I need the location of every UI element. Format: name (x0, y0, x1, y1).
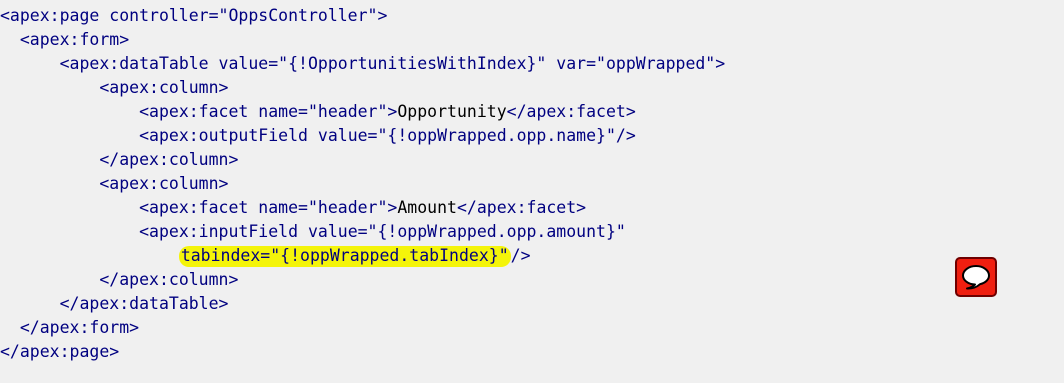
code-line: <apex:inputField value="{!oppWrapped.opp… (0, 220, 725, 244)
code-line: </apex:page> (0, 340, 725, 364)
code-tag: </apex:facet> (456, 198, 587, 217)
code-tag: <apex:form> (19, 30, 130, 49)
speech-bubble-icon (962, 265, 990, 290)
code-tag: <apex:facet name="header"> (139, 102, 398, 121)
code-line: </apex:form> (0, 316, 725, 340)
highlighted-code: tabindex="{!oppWrapped.tabIndex}" (178, 246, 511, 267)
code-tag: <apex:column> (99, 174, 229, 193)
code-tag: </apex:dataTable> (59, 294, 229, 313)
code-tag: /> (510, 246, 531, 265)
code-block: <apex:page controller="OppsController"> … (0, 4, 725, 364)
code-line: <apex:column> (0, 172, 725, 196)
code-line: <apex:page controller="OppsController"> (0, 4, 725, 28)
code-tag: <apex:column> (99, 78, 229, 97)
code-line: </apex:dataTable> (0, 292, 725, 316)
code-tag: </apex:page> (0, 342, 120, 361)
code-line: <apex:facet name="header">Opportunity</a… (0, 100, 725, 124)
code-tag: </apex:form> (19, 318, 140, 337)
code-line: <apex:facet name="header">Amount</apex:f… (0, 196, 725, 220)
code-tag: </apex:facet> (506, 102, 636, 121)
code-line: <apex:column> (0, 76, 725, 100)
code-tag: <apex:outputField value="{!oppWrapped.op… (139, 126, 636, 145)
code-tag: </apex:column> (99, 150, 239, 169)
code-tag: <apex:facet name="header"> (139, 198, 398, 217)
code-tag: <apex:inputField value="{!oppWrapped.opp… (139, 222, 626, 241)
code-line: </apex:column> (0, 268, 725, 292)
add-comment-button[interactable] (955, 257, 997, 297)
code-tag: </apex:column> (99, 270, 239, 289)
code-line: <apex:form> (0, 28, 725, 52)
code-line: tabindex="{!oppWrapped.tabIndex}"/> (0, 244, 725, 268)
code-snippet-panel: <apex:page controller="OppsController"> … (0, 0, 1064, 383)
code-line: <apex:outputField value="{!oppWrapped.op… (0, 124, 725, 148)
code-text: Opportunity (397, 102, 507, 121)
code-tag: <apex:page controller="OppsController"> (0, 6, 388, 25)
code-line: </apex:column> (0, 148, 725, 172)
code-line: <apex:dataTable value="{!OpportunitiesWi… (0, 52, 726, 76)
code-text: Amount (397, 198, 457, 217)
code-tag: <apex:dataTable value="{!OpportunitiesWi… (59, 54, 726, 73)
